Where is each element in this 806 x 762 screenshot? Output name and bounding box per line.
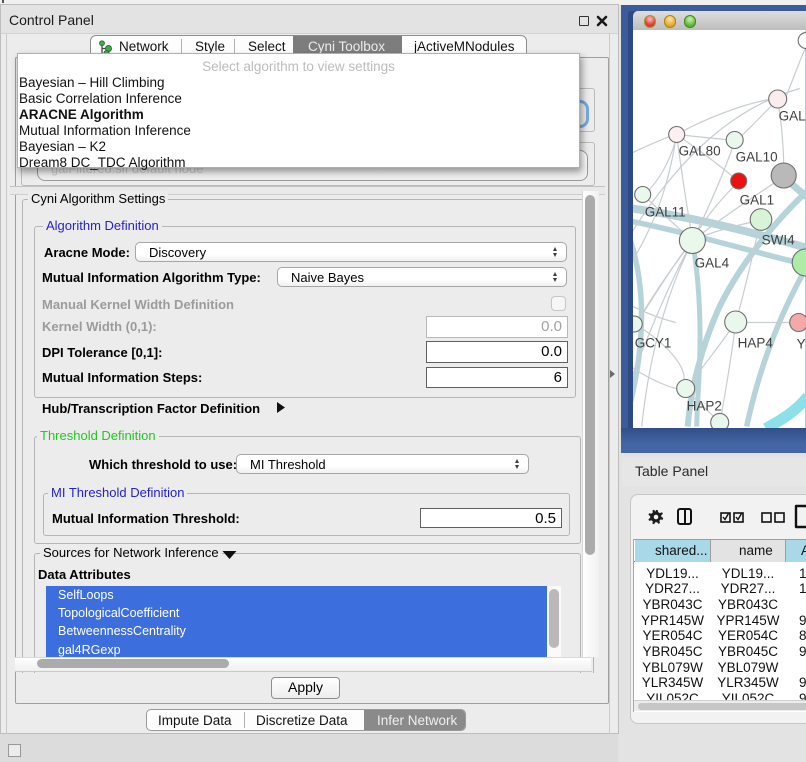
svg-text:GAL7: GAL7 [779,108,806,123]
svg-text:HAP2: HAP2 [687,398,722,413]
svg-text:GAL10: GAL10 [736,149,778,164]
svg-text:GCY1: GCY1 [635,335,672,350]
svg-text:GAL11: GAL11 [645,204,686,219]
svg-text:HAP4: HAP4 [738,335,774,350]
svg-text:SWI4: SWI4 [762,232,795,247]
svg-text:Y: Y [797,336,806,351]
svg-text:GAL4: GAL4 [695,255,730,270]
svg-text:GAL80: GAL80 [679,143,721,158]
svg-text:GAL1: GAL1 [740,192,774,207]
